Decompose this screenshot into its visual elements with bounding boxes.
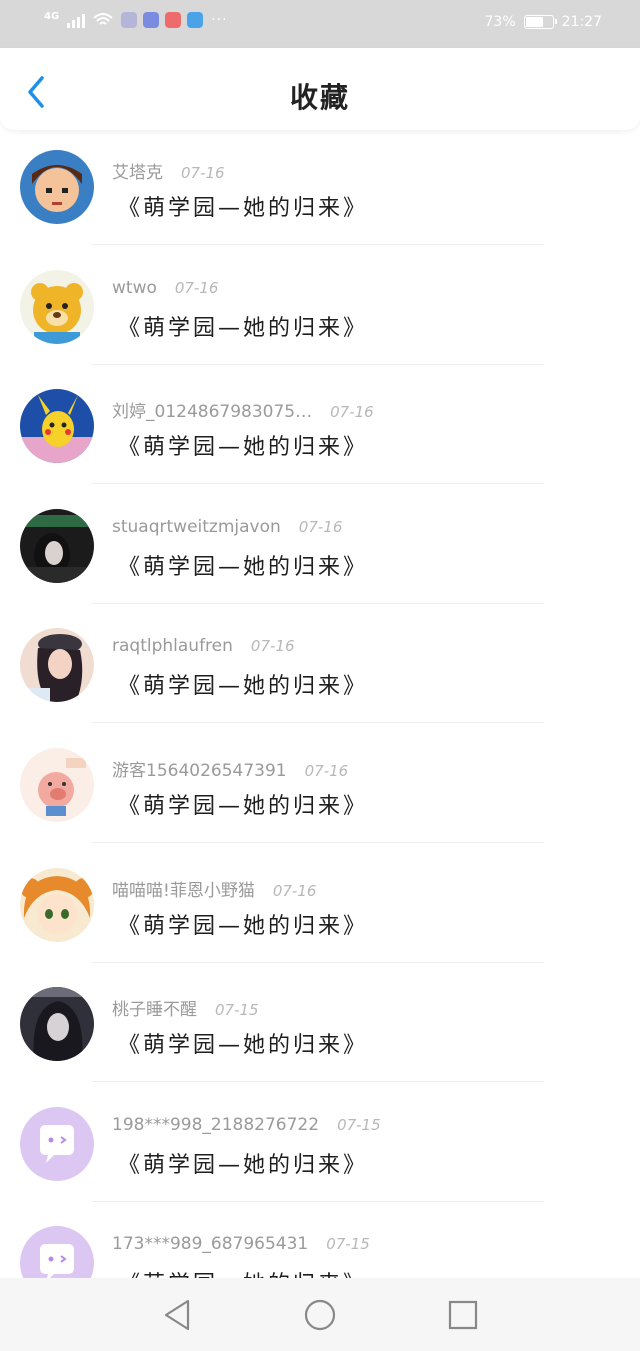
divider — [92, 244, 544, 245]
notification-icons — [121, 12, 204, 28]
username: 桃子睡不醒 — [112, 1000, 197, 1021]
item-meta: 173***989_687965431 07-15 — [112, 1234, 370, 1254]
browser-app-icon — [187, 12, 204, 28]
status-left: 4G ··· — [44, 10, 228, 28]
divider — [92, 722, 544, 724]
battery-percent: 73% — [484, 14, 516, 30]
item-meta: 刘婷_0124867983075… 07-16 — [112, 397, 374, 422]
divider — [92, 1081, 544, 1083]
divider — [92, 602, 544, 604]
post-title[interactable]: 《萌学园—她的归来》 — [118, 310, 368, 342]
date: 07-16 — [298, 517, 343, 536]
avatar[interactable] — [20, 150, 94, 224]
wifi-icon — [93, 13, 113, 25]
battery-icon — [523, 15, 557, 29]
post-title[interactable]: 《萌学园—她的归来》 — [118, 908, 368, 940]
item-meta: stuaqrtweitzmjavon 07-16 — [112, 517, 342, 537]
divider — [92, 363, 544, 365]
network-type: 4G — [44, 10, 60, 22]
signal-icon — [67, 12, 86, 28]
date: 07-16 — [304, 761, 349, 780]
nav-back-icon[interactable] — [160, 1298, 194, 1332]
item-meta: 喵喵喵!菲恩小野猫 07-16 — [112, 876, 316, 901]
music-app-icon — [143, 12, 160, 28]
more-notifications-icon: ··· — [211, 12, 228, 28]
username: 刘婷_0124867983075… — [112, 402, 313, 423]
avatar[interactable] — [20, 987, 94, 1062]
date: 07-15 — [326, 1235, 370, 1254]
book-app-icon — [165, 12, 182, 28]
default-avatar-icon[interactable] — [20, 1106, 94, 1181]
item-meta: 游客1564026547391 07-16 — [112, 756, 348, 781]
divider — [92, 841, 544, 843]
post-title[interactable]: 《萌学园—她的归来》 — [118, 429, 368, 461]
list-item[interactable]: 艾塔克 07-16 《萌学园—她的归来》 — [0, 140, 640, 260]
list-item[interactable]: wtwo 07-16 《萌学园—她的归来》 — [0, 260, 640, 380]
list-item[interactable]: raqtlphlaufren 07-16 《萌学园—她的归来》 — [0, 618, 640, 738]
status-right: 73% 21:27 — [485, 14, 602, 30]
header: 收藏 — [0, 48, 640, 130]
list-item[interactable]: 游客1564026547391 07-16 《萌学园—她的归来》 — [0, 738, 640, 858]
post-title[interactable]: 《萌学园—她的归来》 — [118, 788, 368, 820]
page-title: 收藏 — [289, 81, 350, 114]
username: stuaqrtweitzmjavon — [112, 516, 281, 537]
username: 游客1564026547391 — [112, 760, 287, 781]
username: 喵喵喵!菲恩小野猫 — [112, 880, 255, 901]
avatar[interactable] — [20, 508, 94, 583]
date: 07-16 — [250, 637, 295, 656]
list-item[interactable]: stuaqrtweitzmjavon 07-16 《萌学园—她的归来》 — [0, 499, 640, 619]
item-meta: raqtlphlaufren 07-16 — [112, 636, 295, 656]
list-item[interactable]: 198***998_2188276722 07-15 《萌学园—她的归来》 — [0, 1097, 640, 1217]
system-nav-bar — [0, 1278, 640, 1351]
date: 07-15 — [215, 1001, 259, 1020]
date: 07-16 — [181, 164, 225, 182]
list-item[interactable]: 刘婷_0124867983075… 07-16 《萌学园—她的归来》 — [0, 379, 640, 499]
username: raqtlphlaufren — [112, 636, 233, 657]
username: 艾塔克 — [112, 163, 163, 183]
username: 173***989_687965431 — [112, 1234, 309, 1255]
item-meta: 艾塔克 07-16 — [112, 158, 225, 183]
post-title[interactable]: 《萌学园—她的归来》 — [118, 1147, 368, 1179]
nav-home-icon[interactable] — [303, 1298, 337, 1332]
username: wtwo — [112, 277, 157, 298]
date: 07-15 — [337, 1115, 381, 1134]
post-title[interactable]: 《萌学园—她的归来》 — [118, 190, 368, 222]
date: 07-16 — [272, 881, 317, 900]
date: 07-16 — [330, 403, 374, 422]
avatar[interactable] — [20, 747, 94, 822]
status-bar: 4G ··· 73% 21:27 — [0, 0, 640, 48]
divider — [92, 1200, 544, 1202]
list-item[interactable]: 喵喵喵!菲恩小野猫 07-16 《萌学园—她的归来》 — [0, 858, 640, 978]
divider — [92, 483, 544, 485]
post-title[interactable]: 《萌学园—她的归来》 — [118, 1027, 368, 1059]
favorites-list: 艾塔克 07-16 《萌学园—她的归来》 wtwo 07-16 《萌学园—她的归来》 刘… — [0, 140, 640, 1336]
username: 198***998_2188276722 — [112, 1114, 320, 1135]
sim-icon — [121, 12, 138, 28]
post-title[interactable]: 《萌学园—她的归来》 — [118, 668, 368, 700]
post-title[interactable]: 《萌学园—她的归来》 — [118, 549, 368, 581]
avatar[interactable] — [20, 389, 94, 464]
avatar[interactable] — [20, 628, 94, 703]
date: 07-16 — [174, 278, 219, 297]
clock: 21:27 — [561, 14, 602, 30]
item-meta: wtwo 07-16 — [112, 278, 218, 298]
avatar[interactable] — [20, 269, 94, 344]
list-item[interactable]: 桃子睡不醒 07-15 《萌学园—她的归来》 — [0, 977, 640, 1097]
avatar[interactable] — [20, 867, 94, 942]
item-meta: 桃子睡不醒 07-15 — [112, 995, 259, 1020]
item-meta: 198***998_2188276722 07-15 — [112, 1115, 381, 1135]
nav-recents-icon[interactable] — [446, 1298, 480, 1332]
divider — [92, 961, 544, 963]
